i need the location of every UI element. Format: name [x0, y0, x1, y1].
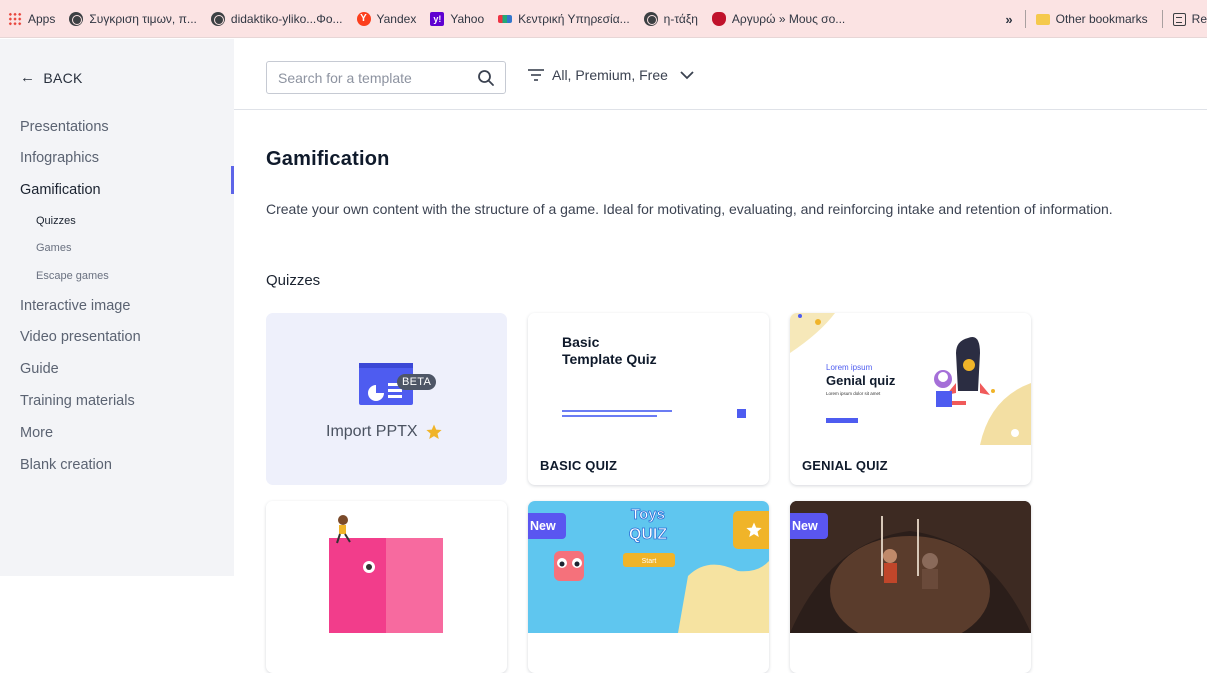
search-input[interactable]: [278, 69, 468, 86]
active-indicator: [231, 166, 234, 194]
bookmark-label: Yahoo: [450, 11, 485, 26]
filter-label: All, Premium, Free: [552, 67, 668, 83]
sidebar-item-video-presentation[interactable]: Video presentation: [20, 329, 141, 345]
sidebar-item-games[interactable]: Games: [36, 242, 71, 254]
bookmark-label: Συγκριση τιμων, π...: [89, 11, 197, 26]
game-thumbnail: [266, 501, 507, 633]
bookmark-label: Re: [1191, 12, 1207, 26]
bookmark-yandex[interactable]: Y Yandex: [356, 11, 417, 26]
chevron-down-icon: [680, 70, 694, 79]
bookmarks-right: » Other bookmarks Re: [1005, 0, 1207, 37]
premium-badge: [733, 511, 769, 549]
page-description: Create your own content with the structu…: [266, 201, 1113, 217]
search-box: [266, 61, 506, 94]
sidebar-item-escape-games[interactable]: Escape games: [36, 270, 109, 282]
bookmarks-bar: Apps Συγκριση τιμων, π... didaktiko-ylik…: [0, 0, 1207, 38]
genial-quiz-thumbnail: Lorem ipsum Genial quiz Lorem ipsum dolo…: [790, 313, 1031, 445]
sidebar: ← BACK Presentations Infographics Gamific…: [0, 39, 234, 576]
template-card-basic-quiz[interactable]: Basic Template Quiz BASIC QUIZ: [528, 313, 769, 485]
card-label: GENIAL QUIZ: [802, 458, 888, 473]
sidebar-item-guide[interactable]: Guide: [20, 361, 59, 377]
page-title: Gamification: [266, 148, 390, 170]
sidebar-item-interactive-image[interactable]: Interactive image: [20, 298, 130, 314]
sidebar-item-infographics[interactable]: Infographics: [20, 150, 99, 166]
other-bookmarks[interactable]: Other bookmarks: [1035, 12, 1148, 26]
sidebar-item-more[interactable]: More: [20, 425, 53, 441]
card-label: Import PPTX: [326, 423, 418, 440]
bookmark-label: Apps: [28, 11, 56, 26]
basic-quiz-thumbnail: Basic Template Quiz: [528, 313, 769, 445]
divider: [1161, 10, 1163, 28]
svg-text:Toys: Toys: [631, 506, 665, 523]
new-badge: New: [790, 513, 828, 539]
beta-badge: BETA: [397, 374, 437, 390]
bookmark-label: η-τάξη: [663, 11, 698, 26]
arrow-left-icon: ←: [20, 69, 36, 86]
reading-list[interactable]: Re: [1172, 12, 1207, 26]
bookmark-item[interactable]: didaktiko-yliko...Φο...: [210, 11, 343, 26]
bookmarks-overflow-button[interactable]: »: [1005, 12, 1012, 27]
back-label: BACK: [43, 69, 83, 86]
svg-text:Lorem ipsum: Lorem ipsum: [826, 363, 873, 372]
sidebar-item-training-materials[interactable]: Training materials: [20, 393, 135, 409]
template-card-game[interactable]: [266, 501, 507, 673]
globe-icon: [69, 11, 84, 26]
template-card-cave[interactable]: New: [790, 501, 1031, 673]
reading-list-icon: [1172, 12, 1186, 26]
bookmark-label: Αργυρώ » Μους σο...: [731, 11, 846, 26]
search-icon[interactable]: [477, 69, 495, 87]
sch-icon: [498, 14, 513, 23]
template-card-toys-quiz[interactable]: Toys QUIZ Start New: [528, 501, 769, 673]
argyro-icon: [711, 11, 726, 26]
svg-text:Basic: Basic: [562, 334, 600, 350]
svg-text:Start: Start: [642, 558, 657, 565]
apps-grid-icon: [8, 11, 22, 26]
yahoo-icon: y!: [430, 11, 445, 26]
bookmark-yahoo[interactable]: y! Yahoo: [430, 11, 485, 26]
bookmark-item[interactable]: Αργυρώ » Μους σο...: [711, 11, 846, 26]
sidebar-item-quizzes[interactable]: Quizzes: [36, 215, 76, 227]
filter-dropdown[interactable]: All, Premium, Free: [528, 67, 694, 83]
globe-icon: [210, 11, 225, 26]
bookmark-label: Yandex: [376, 11, 417, 26]
import-pptx-label: Import PPTX: [326, 423, 442, 441]
sidebar-item-presentations[interactable]: Presentations: [20, 119, 109, 135]
svg-text:Lorem ipsum dolor sit amet: Lorem ipsum dolor sit amet: [826, 391, 881, 396]
star-icon: [746, 522, 762, 537]
bookmark-item[interactable]: Κεντρική Υπηρεσία...: [498, 12, 630, 26]
sidebar-item-blank-creation[interactable]: Blank creation: [20, 457, 112, 473]
svg-text:Genial quiz: Genial quiz: [826, 373, 896, 388]
divider: [1024, 10, 1026, 28]
bookmark-apps[interactable]: Apps: [8, 11, 56, 26]
import-pptx-card[interactable]: BETA Import PPTX: [266, 313, 507, 485]
svg-text:QUIZ: QUIZ: [629, 526, 667, 543]
template-card-genial-quiz[interactable]: Lorem ipsum Genial quiz Lorem ipsum dolo…: [790, 313, 1031, 485]
bookmark-label: Other bookmarks: [1055, 12, 1148, 26]
bookmark-label: Κεντρική Υπηρεσία...: [518, 11, 630, 26]
filter-icon: [528, 69, 544, 81]
bookmark-label: didaktiko-yliko...Φο...: [230, 11, 343, 26]
globe-icon: [643, 11, 658, 26]
bookmark-item[interactable]: η-τάξη: [643, 11, 698, 26]
back-button[interactable]: ← BACK: [20, 69, 83, 86]
svg-text:Template Quiz: Template Quiz: [562, 351, 657, 367]
section-title: Quizzes: [266, 272, 321, 289]
star-icon: [425, 424, 442, 439]
new-badge: New: [528, 513, 566, 539]
folder-icon: [1035, 13, 1050, 25]
sidebar-item-gamification[interactable]: Gamification: [20, 182, 101, 198]
bookmark-item[interactable]: Συγκριση τιμων, π...: [69, 11, 197, 26]
top-bar: All, Premium, Free: [234, 39, 1207, 110]
card-label: BASIC QUIZ: [540, 458, 618, 473]
yandex-icon: Y: [356, 11, 371, 26]
